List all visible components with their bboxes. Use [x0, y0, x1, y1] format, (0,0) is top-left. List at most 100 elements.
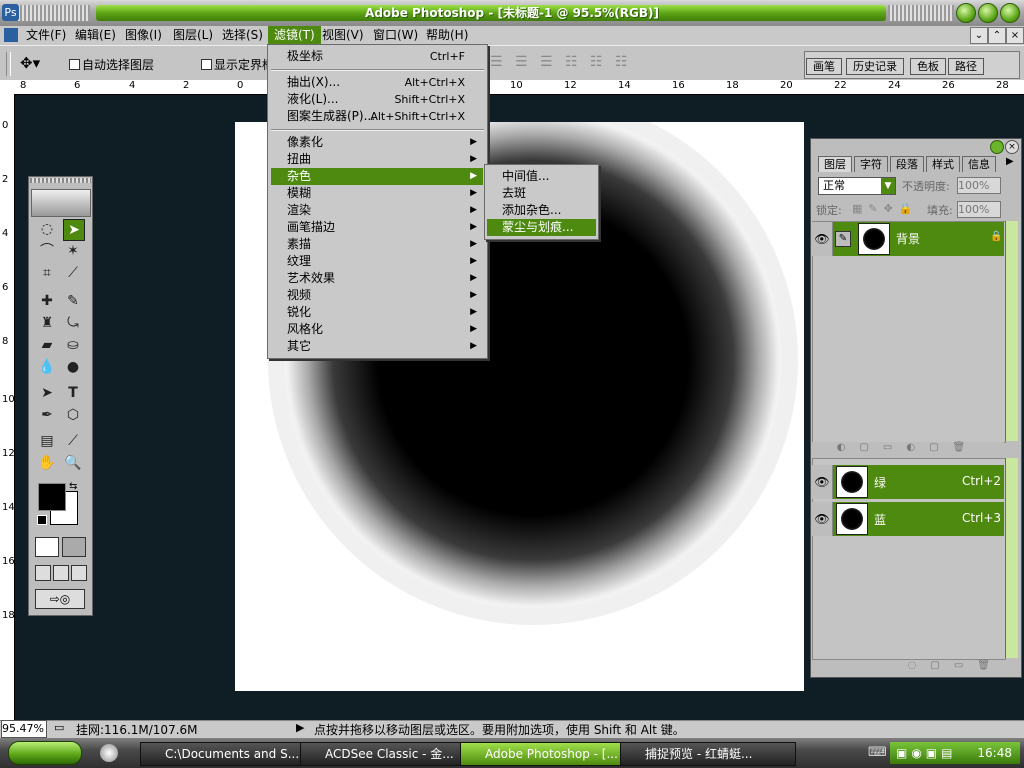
palette-well-tab-paths[interactable]: 路径	[948, 58, 984, 75]
filter-submenu-stylize[interactable]: 风格化 ▶	[287, 321, 483, 338]
status-menu-arrow-icon[interactable]: ▶	[296, 721, 304, 734]
eraser-tool-icon[interactable]: ▰	[37, 335, 57, 355]
noise-add-noise[interactable]: 添加杂色...	[502, 202, 561, 219]
channels-scrollbar[interactable]	[1005, 458, 1018, 658]
tab-character[interactable]: 字符	[854, 156, 888, 172]
zoom-field[interactable]: 95.47%	[1, 720, 47, 738]
mdi-minimize-icon[interactable]: ⌄	[970, 27, 988, 44]
opacity-field[interactable]: 100%	[957, 177, 1001, 194]
menu-image[interactable]: 图像(I)	[119, 26, 168, 44]
swap-colors-icon[interactable]: ⇆	[69, 481, 77, 492]
keyboard-icon[interactable]: ⌨	[868, 745, 887, 760]
noise-despeckle[interactable]: 去斑	[502, 185, 526, 202]
show-bounds-checkbox[interactable]	[201, 59, 212, 70]
mdi-restore-icon[interactable]: ⌃	[988, 27, 1006, 44]
minimize-button[interactable]	[956, 3, 976, 23]
healing-brush-tool-icon[interactable]: ✚	[37, 291, 57, 311]
filter-submenu-blur[interactable]: 模糊 ▶	[287, 185, 483, 202]
lock-icons[interactable]: ▦✎✥🔒	[852, 202, 919, 215]
menu-window[interactable]: 窗口(W)	[367, 26, 424, 44]
tray-icons[interactable]: ▣◉▣▤	[890, 746, 956, 760]
quick-launch-icon[interactable]	[100, 744, 118, 762]
quick-mask-mode-icon[interactable]	[62, 537, 86, 557]
slice-tool-icon[interactable]: ⟋	[63, 263, 83, 283]
blend-mode-select[interactable]: 正常 ▼	[818, 177, 896, 195]
channel-row-green[interactable]: 👁 绿 Ctrl+2	[812, 465, 1004, 499]
menu-edit[interactable]: 编辑(E)	[69, 26, 122, 44]
tab-paragraph[interactable]: 段落	[890, 156, 924, 172]
fill-field[interactable]: 100%	[957, 201, 1001, 218]
start-button[interactable]	[8, 741, 82, 765]
filter-submenu-distort[interactable]: 扭曲 ▶	[287, 151, 483, 168]
screen-mode-standard-icon[interactable]	[35, 565, 51, 581]
filter-submenu-sharpen[interactable]: 锐化 ▶	[287, 304, 483, 321]
filter-submenu-noise[interactable]: 杂色 ▶	[271, 168, 483, 185]
menu-view[interactable]: 视图(V)	[316, 26, 370, 44]
document-icon[interactable]	[4, 28, 18, 42]
eye-icon[interactable]: 👁	[812, 222, 833, 256]
tab-styles[interactable]: 样式	[926, 156, 960, 172]
eye-icon[interactable]: 👁	[812, 502, 833, 536]
standard-mode-icon[interactable]	[35, 537, 59, 557]
crop-tool-icon[interactable]: ⌗	[37, 263, 57, 283]
close-button[interactable]	[1000, 3, 1020, 23]
default-colors-icon[interactable]	[37, 515, 47, 525]
palette-minimize-icon[interactable]	[990, 140, 1004, 154]
channels-footer-icons[interactable]: ◌▢▭🗑	[812, 660, 1004, 672]
filter-submenu-render[interactable]: 渲染 ▶	[287, 202, 483, 219]
palette-well-tab-brushes[interactable]: 画笔	[806, 58, 842, 75]
move-tool-icon[interactable]: ✥▾	[20, 54, 40, 72]
notes-tool-icon[interactable]: ▤	[37, 431, 57, 451]
dodge-tool-icon[interactable]: ●	[63, 357, 83, 377]
screen-mode-menu-icon[interactable]	[53, 565, 69, 581]
menu-filter[interactable]: 滤镜(T)	[268, 26, 321, 44]
zoom-tool-icon[interactable]: 🔍	[63, 453, 83, 473]
foreground-color-swatch[interactable]	[38, 483, 66, 511]
photoshop-app-icon[interactable]: Ps	[2, 4, 19, 21]
eyedropper-tool-icon[interactable]: ⟋	[63, 431, 83, 451]
horizontal-ruler[interactable]: 8 6 4 2 0 10 12 14 16 18 20 22 24 26 28	[14, 80, 1024, 95]
maximize-button[interactable]	[978, 3, 998, 23]
document-info-icon[interactable]: ▭	[54, 721, 64, 734]
path-selection-tool-icon[interactable]: ➤	[37, 383, 57, 403]
blur-tool-icon[interactable]: 💧	[37, 357, 57, 377]
filter-pattern-maker[interactable]: 图案生成器(P)... Alt+Shift+Ctrl+X	[287, 108, 483, 125]
filter-liquify[interactable]: 液化(L)... Shift+Ctrl+X	[287, 91, 483, 108]
magic-wand-tool-icon[interactable]: ✶	[63, 241, 83, 261]
layer-row[interactable]: 👁 ✎ 背景 🔒	[812, 222, 1004, 256]
toolbox-grip[interactable]	[30, 178, 91, 183]
filter-last-item[interactable]: 极坐标 Ctrl+F	[287, 48, 483, 65]
paint-bucket-tool-icon[interactable]: ⛀	[63, 335, 83, 355]
jump-to-imageready-icon[interactable]: ⇨◎	[35, 589, 85, 609]
filter-submenu-texture[interactable]: 纹理 ▶	[287, 253, 483, 270]
align-buttons[interactable]: ☰ ☰ ☰ ☷ ☷ ☷	[490, 54, 632, 70]
taskbar-item[interactable]: ACDSee Classic - 金...	[300, 742, 476, 766]
pen-tool-icon[interactable]: ✒	[37, 405, 57, 425]
layers-scrollbar[interactable]	[1005, 221, 1018, 441]
auto-select-checkbox[interactable]	[69, 59, 80, 70]
brush-tool-icon[interactable]: ✎	[63, 291, 83, 311]
palette-close-icon[interactable]: ×	[1005, 140, 1019, 154]
mdi-close-icon[interactable]: ×	[1006, 27, 1024, 44]
tab-layers[interactable]: 图层	[818, 156, 852, 172]
vertical-ruler[interactable]: 0 2 4 6 8 10 12 14 16 18	[0, 94, 15, 720]
filter-submenu-artistic[interactable]: 艺术效果 ▶	[287, 270, 483, 287]
noise-median[interactable]: 中间值...	[502, 168, 549, 185]
palette-menu-icon[interactable]: ▶	[1006, 156, 1014, 167]
taskbar-item[interactable]: 捕捉预览 - 红蜻蜓...	[620, 742, 796, 766]
type-tool-icon[interactable]: T	[63, 383, 83, 403]
ruler-origin[interactable]	[0, 80, 15, 95]
move-tool-icon[interactable]: ➤	[63, 219, 85, 241]
clone-stamp-tool-icon[interactable]: ♜	[37, 313, 57, 333]
taskbar-item[interactable]: C:\Documents and S...	[140, 742, 316, 766]
palette-well-tab-swatches[interactable]: 色板	[910, 58, 946, 75]
tab-info[interactable]: 信息	[962, 156, 996, 172]
filter-submenu-brush-strokes[interactable]: 画笔描边 ▶	[287, 219, 483, 236]
lasso-tool-icon[interactable]: ⌒	[37, 241, 57, 261]
history-brush-tool-icon[interactable]: ⤿	[63, 313, 83, 333]
marquee-tool-icon[interactable]: ◌	[37, 219, 57, 239]
filter-submenu-pixelate[interactable]: 像素化 ▶	[287, 134, 483, 151]
layers-footer-icons[interactable]: ◐▢▭◐▢🗑	[812, 442, 1004, 454]
menu-select[interactable]: 选择(S)	[216, 26, 269, 44]
menu-help[interactable]: 帮助(H)	[420, 26, 474, 44]
